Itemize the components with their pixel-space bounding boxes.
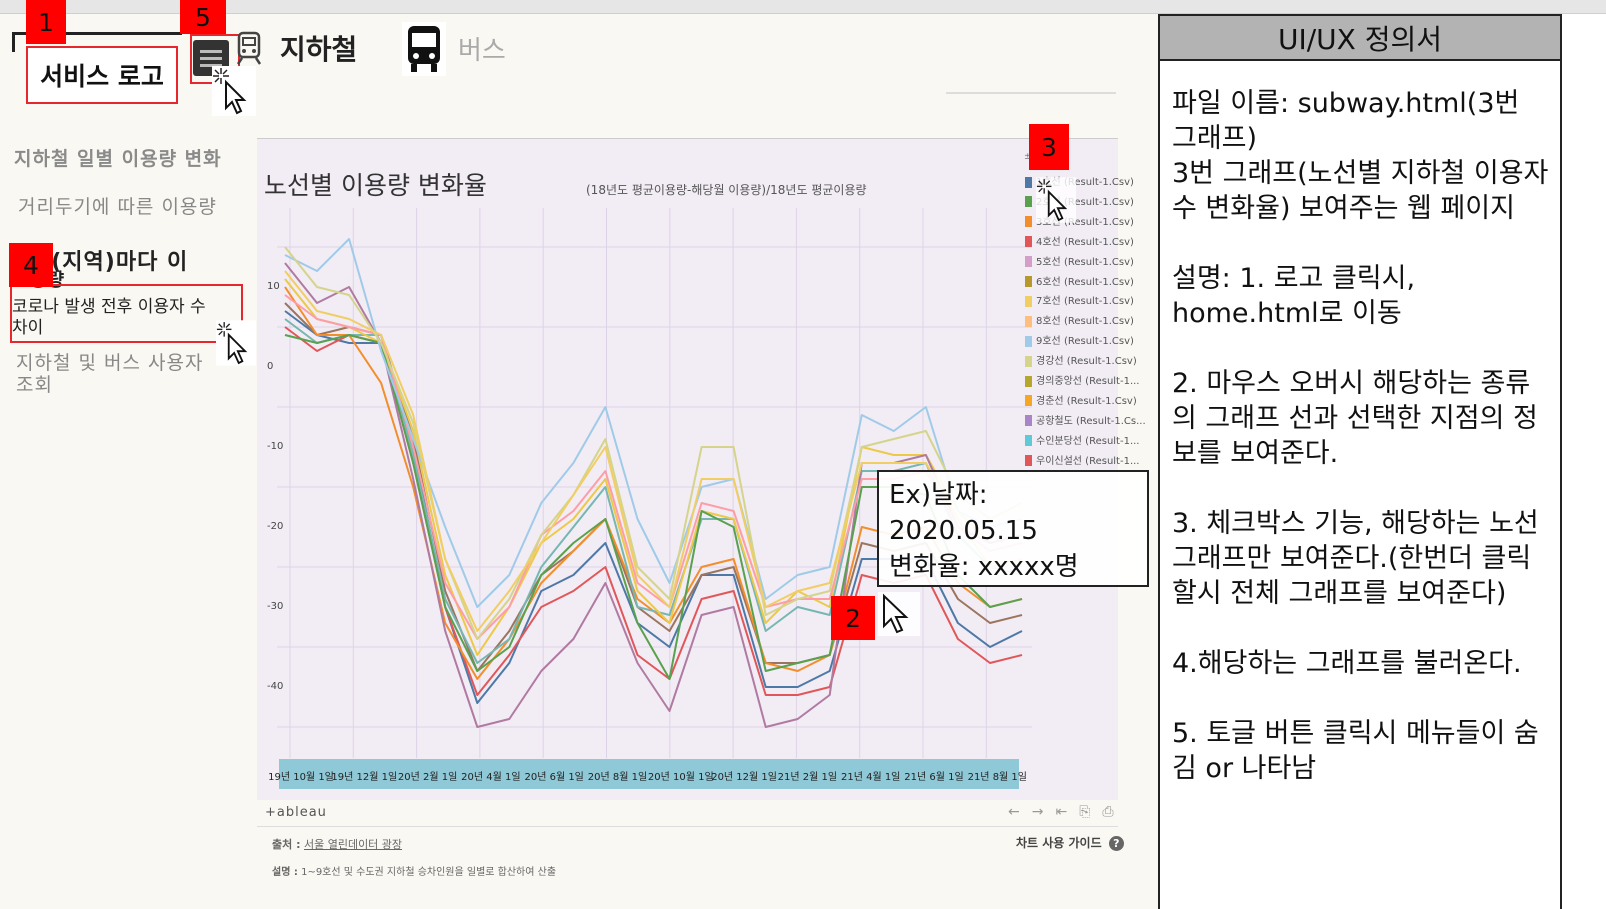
legend-item[interactable]: 6호선 (Result-1.Csv) bbox=[1025, 273, 1134, 288]
legend-label: 8호선 (Result-1.Csv) bbox=[1036, 316, 1134, 328]
cursor-click-icon bbox=[212, 66, 256, 116]
legend-item[interactable]: 수인분당선 (Result-1... bbox=[1025, 432, 1140, 447]
chart-guide-link[interactable]: 차트 사용 가이드 ? bbox=[1016, 834, 1124, 851]
x-tick-label: 20년 8월 1일 bbox=[587, 772, 648, 783]
service-logo[interactable]: 서비스 로고 bbox=[26, 46, 178, 104]
legend-swatch bbox=[1025, 196, 1032, 208]
legend-item[interactable]: 7호선 (Result-1.Csv) bbox=[1025, 292, 1134, 307]
sidebar-item-subway-bus-lookup[interactable]: 지하철 및 버스 사용자 조회 bbox=[16, 352, 226, 396]
legend-item[interactable]: 9호선 (Result-1.Csv) bbox=[1025, 332, 1134, 347]
spec-body: 파일 이름: subway.html(3번 그래프) 3번 그래프(노선별 지하… bbox=[1172, 88, 1549, 784]
x-tick-label: 20년 4월 1일 bbox=[461, 772, 521, 783]
x-tick-label: 21년 8월 1일 bbox=[967, 772, 1028, 783]
x-tick-label: 19년 10월 1일 bbox=[268, 772, 334, 783]
legend-label: 경춘선 (Result-1.Csv) bbox=[1036, 395, 1137, 407]
legend-item[interactable]: 공항철도 (Result-1.Cs... bbox=[1025, 412, 1146, 427]
train-icon bbox=[236, 31, 262, 65]
x-tick-label: 19년 12월 1일 bbox=[331, 772, 398, 783]
legend-label: 경강선 (Result-1.Csv) bbox=[1036, 356, 1137, 368]
legend-swatch bbox=[1025, 415, 1032, 427]
marker-3: 3 bbox=[1029, 124, 1069, 170]
tableau-nav-icons[interactable]: ←→⇤⎘⎙ bbox=[1008, 804, 1126, 820]
legend-label: 경의중앙선 (Result-1... bbox=[1036, 376, 1140, 387]
marker-1: 1 bbox=[26, 0, 66, 44]
y-tick-label: 0 bbox=[267, 361, 274, 372]
marker-2: 2 bbox=[831, 596, 875, 640]
spec-title: UI/UX 정의서 bbox=[1158, 14, 1562, 61]
x-tick-label: 20년 12월 1일 bbox=[711, 772, 777, 783]
y-tick-label: -30 bbox=[267, 601, 284, 612]
legend-swatch bbox=[1025, 236, 1032, 248]
legend-swatch bbox=[1025, 395, 1032, 407]
x-tick-label: 21년 6월 1일 bbox=[904, 772, 964, 783]
legend-swatch bbox=[1025, 176, 1032, 188]
legend-label: 공항철도 (Result-1.Cs... bbox=[1036, 415, 1146, 427]
tooltip-rate: 변화율: xxxxx명 bbox=[889, 552, 1079, 582]
legend-swatch bbox=[1025, 315, 1032, 327]
header-divider bbox=[946, 92, 1116, 94]
x-tick-label: 20년 10월 1일 bbox=[647, 772, 714, 783]
x-tick-label: 20년 6월 1일 bbox=[524, 772, 584, 783]
y-tick-label: -20 bbox=[267, 521, 284, 532]
window-top-strip bbox=[0, 0, 1606, 14]
source-line: 출처 : 서울 열린데이터 광장 bbox=[272, 836, 402, 852]
y-tick-label: -10 bbox=[267, 441, 284, 452]
legend-swatch bbox=[1025, 355, 1032, 367]
x-tick-label: 21년 2월 1일 bbox=[777, 772, 838, 783]
bus-icon[interactable] bbox=[402, 22, 446, 76]
desc-line: 설명 : 1~9호선 및 수도권 지하철 승차인원을 일별로 합산하여 산출 bbox=[272, 863, 556, 878]
legend-label: 9호선 (Result-1.Csv) bbox=[1036, 336, 1134, 348]
y-tick-label: -40 bbox=[267, 681, 284, 692]
help-icon: ? bbox=[1108, 836, 1124, 851]
legend-swatch bbox=[1025, 455, 1032, 467]
legend-item[interactable]: 5호선 (Result-1.Csv) bbox=[1025, 253, 1134, 268]
tab-subway[interactable]: 지하철 bbox=[280, 28, 357, 68]
legend-label: 5호선 (Result-1.Csv) bbox=[1036, 256, 1134, 268]
marker-5: 5 bbox=[180, 0, 226, 34]
line-chart[interactable] bbox=[257, 138, 1118, 800]
chart-guide-label: 차트 사용 가이드 bbox=[1016, 836, 1102, 850]
hover-tooltip: Ex)날짜: 2020.05.15 변화율: xxxxx명 bbox=[877, 470, 1149, 587]
legend-swatch bbox=[1025, 256, 1032, 268]
legend-item[interactable]: 우이신설선 (Result-1... bbox=[1025, 452, 1140, 467]
cursor-arrow-icon bbox=[878, 592, 920, 636]
legend-swatch bbox=[1025, 216, 1032, 228]
legend-item[interactable]: 경춘선 (Result-1.Csv) bbox=[1025, 392, 1137, 407]
sidebar-item-distancing[interactable]: 거리두기에 따른 이용량 bbox=[18, 192, 217, 219]
tooltip-date-label: Ex)날짜: bbox=[889, 480, 988, 510]
x-tick-label: 20년 2월 1일 bbox=[397, 772, 458, 783]
tableau-toolbar bbox=[257, 800, 1118, 826]
desc-label: 설명 : bbox=[272, 867, 298, 878]
cursor-click-icon bbox=[1036, 177, 1076, 223]
x-axis-band: 19년 10월 1일 19년 12월 1일 20년 2월 1일 20년 4월 1일 20… bbox=[268, 759, 1027, 789]
tooltip-date-value: 2020.05.15 bbox=[889, 516, 1038, 546]
legend-swatch bbox=[1025, 335, 1032, 347]
logo-bracket-side bbox=[12, 32, 15, 52]
sidebar-item-daily-usage[interactable]: 지하철 일별 이용량 변화 bbox=[14, 144, 222, 171]
legend-swatch bbox=[1025, 375, 1032, 387]
sidebar-item-covid[interactable]: 코로나 발생 전후 이용자 수 차이 bbox=[12, 297, 212, 339]
tableau-logo: +ableau bbox=[265, 805, 327, 820]
legend-item[interactable]: 경의중앙선 (Result-1... bbox=[1025, 372, 1140, 387]
cursor-click-icon bbox=[216, 320, 256, 366]
source-link[interactable]: 서울 열린데이터 광장 bbox=[304, 838, 402, 851]
legend-label: 6호선 (Result-1.Csv) bbox=[1036, 276, 1134, 288]
legend-item[interactable]: 경강선 (Result-1.Csv) bbox=[1025, 352, 1137, 367]
legend-label: 7호선 (Result-1.Csv) bbox=[1036, 296, 1134, 308]
marker-4: 4 bbox=[9, 243, 53, 287]
legend-swatch bbox=[1025, 295, 1032, 307]
tab-bus[interactable]: 버스 bbox=[458, 30, 506, 67]
x-tick-label: 21년 4월 1일 bbox=[840, 772, 901, 783]
legend-label: 4호선 (Result-1.Csv) bbox=[1036, 236, 1134, 248]
y-tick-label: 10 bbox=[267, 281, 280, 292]
legend-swatch bbox=[1025, 276, 1032, 287]
desc-text: 1~9호선 및 수도권 지하철 승차인원을 일별로 합산하여 산출 bbox=[301, 867, 557, 878]
legend-swatch bbox=[1025, 435, 1032, 447]
legend-label: 수인분당선 (Result-1... bbox=[1036, 435, 1140, 447]
legend-item[interactable]: 8호선 (Result-1.Csv) bbox=[1025, 312, 1134, 327]
legend-label: 우이신설선 (Result-1... bbox=[1036, 455, 1140, 467]
legend-item[interactable]: 4호선 (Result-1.Csv) bbox=[1025, 233, 1134, 248]
source-label: 출처 : bbox=[272, 838, 301, 851]
footer-rule bbox=[257, 826, 1118, 827]
